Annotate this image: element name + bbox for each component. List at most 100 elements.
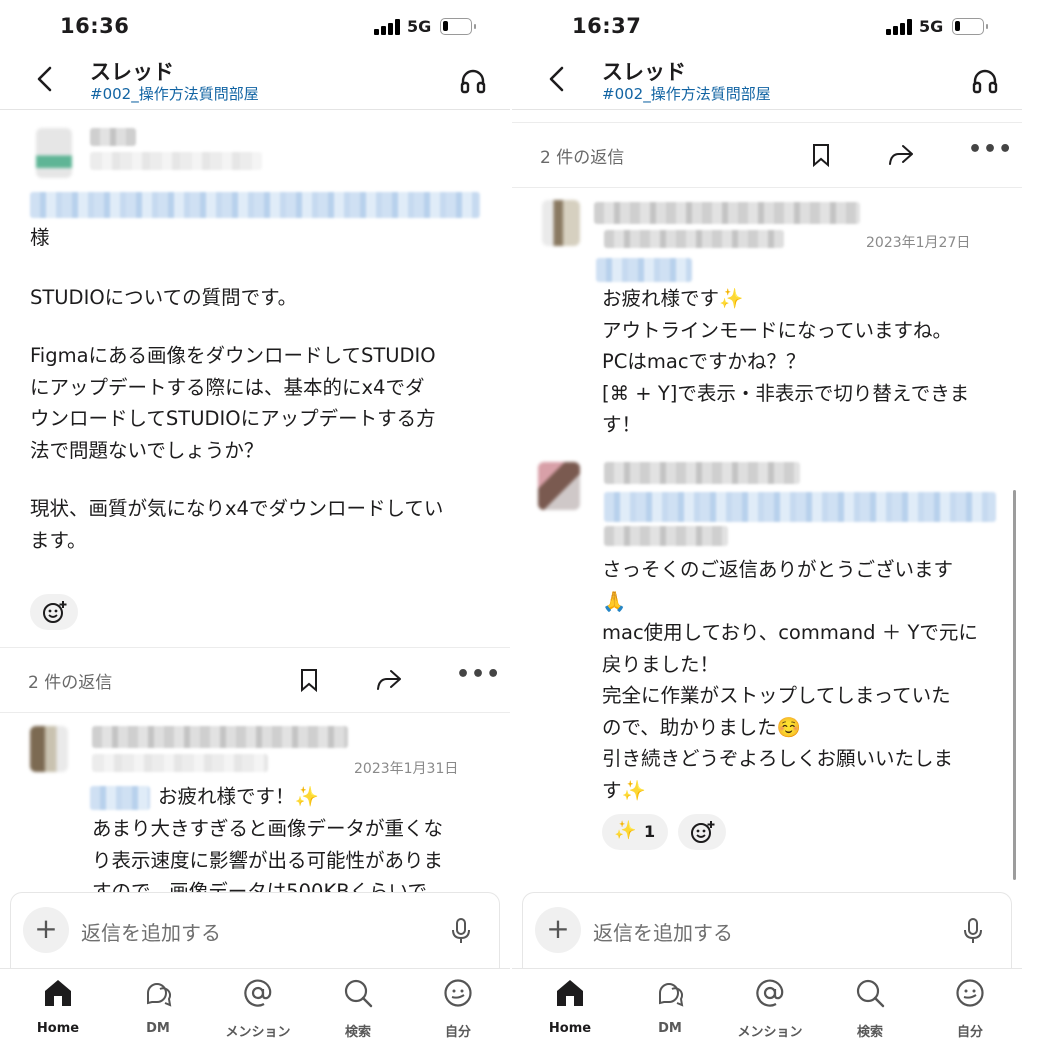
message-text: さっそくのご返信ありがとうございます 🙏 mac使用しており、command ＋… <box>602 558 978 802</box>
sender-name-redacted[interactable] <box>594 202 860 224</box>
thread-screen-left: 16:36 5G スレッド #002_操作方法質問部屋 様 STUDIOについて… <box>0 0 510 1054</box>
add-attachment-button[interactable]: + <box>23 907 69 953</box>
message-text: お疲れ様です！✨ <box>158 785 319 808</box>
sender-title-redacted <box>90 152 262 170</box>
add-attachment-button[interactable]: + <box>535 907 581 953</box>
home-icon <box>557 980 583 1006</box>
tab-label: Home <box>548 1021 592 1036</box>
mention-redacted[interactable] <box>30 192 480 218</box>
tab-dm[interactable]: DM <box>118 977 198 1043</box>
more-options-icon[interactable]: ••• <box>456 662 501 687</box>
sender-name-redacted[interactable] <box>92 726 348 748</box>
status-bar: 16:37 5G <box>512 0 1022 56</box>
signal-icon <box>374 19 400 35</box>
page-title: スレッド <box>90 60 174 84</box>
tab-home[interactable]: Home <box>530 977 610 1043</box>
headphones-icon[interactable] <box>458 66 488 96</box>
mention-redacted-tail <box>604 526 728 546</box>
battery-icon <box>440 18 476 35</box>
share-icon[interactable] <box>886 142 916 168</box>
network-label: 5G <box>407 17 432 36</box>
tab-you[interactable]: 自分 <box>418 977 498 1043</box>
more-options-icon[interactable]: ••• <box>968 137 1013 162</box>
microphone-icon[interactable] <box>451 917 471 945</box>
network-label: 5G <box>919 17 944 36</box>
reply-input[interactable]: 返信を追加する <box>593 917 733 946</box>
reaction-count: 1 <box>644 822 656 841</box>
page-title: スレッド <box>602 60 686 84</box>
message-text: 様 <box>30 226 50 249</box>
mention-redacted[interactable] <box>604 492 996 522</box>
sender-title-redacted <box>92 754 268 772</box>
replies-bar: 2 件の返信 ••• <box>0 647 510 713</box>
tab-home[interactable]: Home <box>18 977 98 1043</box>
mention-redacted[interactable] <box>90 786 150 810</box>
status-bar: 16:36 5G <box>0 0 510 56</box>
thread-header: スレッド #002_操作方法質問部屋 <box>0 56 510 110</box>
profile-face-icon <box>956 979 984 1007</box>
reply-count: 2 件の返信 <box>28 673 113 693</box>
at-sign-icon <box>244 979 272 1007</box>
dm-icon <box>147 983 172 1007</box>
status-time: 16:36 <box>60 14 130 38</box>
tab-mentions[interactable]: メンション <box>218 977 298 1043</box>
channel-link[interactable]: #002_操作方法質問部屋 <box>90 83 259 104</box>
avatar[interactable] <box>542 200 580 246</box>
reply-input[interactable]: 返信を追加する <box>81 917 221 946</box>
sender-name-redacted[interactable] <box>90 128 136 146</box>
reply-composer: + 返信を追加する <box>522 892 1012 968</box>
headphones-icon[interactable] <box>970 66 1000 96</box>
bookmark-icon[interactable] <box>298 667 320 693</box>
bookmark-icon[interactable] <box>810 142 832 168</box>
sparkles-reaction-button[interactable]: ✨ 1 <box>602 814 668 850</box>
tab-label: 検索 <box>856 1025 883 1040</box>
tab-mentions[interactable]: メンション <box>730 977 810 1043</box>
dm-icon <box>659 983 684 1007</box>
tab-label: メンション <box>225 1025 291 1040</box>
message-text: Figmaにある画像をダウンロードしてSTUDIO にアップデートする際には、基… <box>30 344 436 462</box>
avatar[interactable] <box>36 128 72 178</box>
sender-title-redacted <box>604 230 784 248</box>
scrollbar[interactable] <box>1013 490 1016 880</box>
search-icon <box>856 979 885 1008</box>
share-icon[interactable] <box>374 667 404 693</box>
tab-you[interactable]: 自分 <box>930 977 1010 1043</box>
signal-icon <box>886 19 912 35</box>
message-timestamp[interactable]: 2023年1月31日 <box>354 758 458 778</box>
add-reaction-button[interactable] <box>678 814 726 850</box>
tab-label: DM <box>658 1021 682 1036</box>
thread-header: スレッド #002_操作方法質問部屋 <box>512 56 1022 110</box>
message-text: 現状、画質が気になりx4でダウンロードしてい ます。 <box>30 497 444 552</box>
message-timestamp[interactable]: 2023年1月27日 <box>866 232 970 252</box>
search-icon <box>344 979 373 1008</box>
add-emoji-icon <box>43 601 67 623</box>
status-time: 16:37 <box>572 14 642 38</box>
back-arrow-icon[interactable] <box>30 62 60 96</box>
avatar[interactable] <box>538 462 580 510</box>
sparkles-icon: ✨ <box>614 820 637 841</box>
tab-dm[interactable]: DM <box>630 977 710 1043</box>
bottom-tab-bar: Home DM メンション 検索 自分 <box>512 968 1022 1054</box>
microphone-icon[interactable] <box>963 917 983 945</box>
thread-screen-right: 16:37 5G スレッド #002_操作方法質問部屋 2 件の返信 ••• 2… <box>512 0 1022 1054</box>
back-arrow-icon[interactable] <box>542 62 572 96</box>
tab-search[interactable]: 検索 <box>830 977 910 1043</box>
home-icon <box>45 980 71 1006</box>
channel-link[interactable]: #002_操作方法質問部屋 <box>602 83 771 104</box>
tab-search[interactable]: 検索 <box>318 977 398 1043</box>
add-emoji-icon <box>691 821 715 843</box>
tab-label: Home <box>36 1021 80 1036</box>
add-reaction-button[interactable] <box>30 594 78 630</box>
mention-redacted[interactable] <box>596 258 692 282</box>
at-sign-icon <box>756 979 784 1007</box>
message-text: STUDIOについての質問です。 <box>30 286 298 309</box>
tab-label: メンション <box>737 1025 803 1040</box>
sender-name-redacted[interactable] <box>604 462 800 484</box>
tab-label: 自分 <box>956 1025 983 1040</box>
reply-composer: + 返信を追加する <box>10 892 500 968</box>
message-text: お疲れ様です✨ アウトラインモードになっていますね。 PCはmacですかね？？ … <box>602 287 970 436</box>
avatar[interactable] <box>30 726 68 772</box>
tab-label: 自分 <box>444 1025 471 1040</box>
tab-label: 検索 <box>344 1025 371 1040</box>
bottom-tab-bar: Home DM メンション 検索 自分 <box>0 968 510 1054</box>
